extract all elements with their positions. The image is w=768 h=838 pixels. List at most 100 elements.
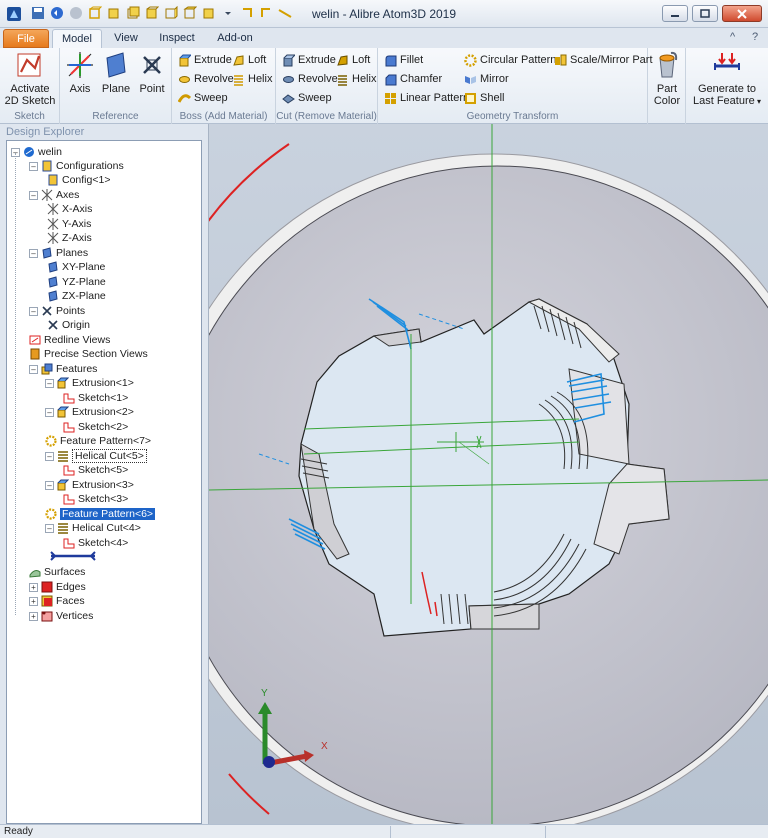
axes-icon — [47, 218, 59, 230]
tree-expander-icon[interactable]: – — [29, 248, 38, 258]
tree-item-y-axis[interactable]: Y-Axis — [47, 217, 91, 231]
tree-item-welin[interactable]: – welin — [11, 145, 62, 159]
linear-pattern-button[interactable]: Linear Pattern — [384, 89, 469, 107]
tree-item-sketch-1[interactable]: Sketch<1> — [63, 391, 128, 405]
tree-item-extrusion-3[interactable]: – Extrusion<3> — [45, 478, 134, 492]
sketch-icon — [63, 494, 75, 505]
vertex-icon — [41, 611, 53, 622]
tree-item-points[interactable]: – Points — [29, 304, 85, 318]
mirror-button[interactable]: Mirror — [464, 70, 509, 88]
fillet-icon — [385, 55, 397, 66]
tree-item-origin[interactable]: Origin — [47, 318, 90, 332]
point-button[interactable]: Point — [136, 50, 168, 95]
tab-file[interactable]: File — [3, 29, 49, 48]
tree-expander-icon[interactable]: – — [45, 523, 54, 533]
tab-inspect[interactable]: Inspect — [154, 29, 200, 48]
tree-item-features[interactable]: – Features — [29, 362, 97, 376]
tree-item-vertices[interactable]: + Vertices — [29, 609, 93, 623]
tree-expander-icon[interactable]: – — [29, 161, 38, 171]
tree-item-yz-plane[interactable]: YZ-Plane — [47, 275, 106, 289]
tree-item-helical-cut-5[interactable]: – Helical Cut<5> — [45, 449, 147, 463]
part-color-line2: Color — [653, 95, 681, 107]
activate-2d-sketch-button[interactable]: Activate 2D Sketch — [4, 50, 56, 107]
generate-dropdown-icon[interactable]: ▾ — [755, 97, 761, 106]
tree-item-x-axis[interactable]: X-Axis — [47, 202, 92, 216]
tree-item-feature-pattern-6[interactable]: Feature Pattern<6> — [45, 507, 156, 521]
circular-pattern-icon — [464, 53, 477, 67]
axis-button[interactable]: Axis — [64, 50, 96, 95]
tree-item-feature-pattern-7[interactable]: Feature Pattern<7> — [45, 434, 151, 448]
3d-viewport[interactable]: Y X — [208, 124, 768, 824]
close-button[interactable] — [722, 5, 762, 22]
boss-sweep-button[interactable]: Sweep — [178, 89, 228, 107]
tree-item-xy-plane[interactable]: XY-Plane — [47, 260, 105, 274]
circular-pattern-button[interactable]: Circular Pattern — [464, 51, 556, 69]
tree-item-sketch-4[interactable]: Sketch<4> — [63, 536, 128, 550]
tree-item-redline-views[interactable]: Redline Views — [29, 333, 110, 347]
tree-expander-icon[interactable]: – — [29, 364, 38, 374]
model-canvas[interactable]: Y X — [209, 124, 768, 824]
boss-revolve-button[interactable]: Revolve — [178, 70, 234, 88]
tree-item-planes[interactable]: – Planes — [29, 246, 88, 260]
tree-expander-icon[interactable]: + — [29, 611, 38, 621]
plane-button[interactable]: Plane — [100, 50, 132, 95]
tree-item-label: Origin — [62, 319, 91, 331]
axis-label: Axis — [69, 83, 91, 95]
tab-model[interactable]: Model — [52, 29, 102, 48]
tree-expander-icon[interactable]: – — [45, 451, 54, 461]
help-button[interactable]: ? — [752, 31, 758, 43]
chamfer-button[interactable]: Chamfer — [384, 70, 442, 88]
tab-add-on[interactable]: Add-on — [210, 29, 260, 48]
tree-item-sketch-5[interactable]: Sketch<5> — [63, 463, 128, 477]
boss-loft-button[interactable]: Loft — [232, 51, 266, 69]
end-of-part-marker[interactable] — [49, 551, 97, 561]
cut-extrude-button[interactable]: Extrude — [282, 51, 336, 69]
generate-to-last-feature-button[interactable]: Generate to Last Feature ▾ — [690, 50, 764, 108]
sketch-icon — [63, 465, 75, 476]
tree-item-axes[interactable]: – Axes — [29, 188, 79, 202]
tree-item-label: Points — [56, 305, 86, 317]
tree-item-sketch-2[interactable]: Sketch<2> — [63, 420, 128, 434]
cut-helix-icon — [338, 74, 347, 86]
title-bar: welin - Alibre Atom3D 2019 — [0, 0, 768, 28]
tree-item-sketch-3[interactable]: Sketch<3> — [63, 492, 128, 506]
tree-item-label: Extrusion<3> — [72, 479, 134, 491]
ribbon-minimize-button[interactable]: ^ — [730, 31, 735, 43]
generate-line2: Last Feature — [692, 95, 755, 107]
tree-item-configurations[interactable]: – Configurations — [29, 159, 124, 173]
tree-item-config-1[interactable]: Config<1> — [47, 173, 110, 187]
tree-item-surfaces[interactable]: Surfaces — [29, 565, 85, 579]
maximize-button[interactable] — [692, 5, 718, 22]
scale-mirror-icon — [555, 54, 567, 65]
cut-loft-button[interactable]: Loft — [336, 51, 370, 69]
tree-item-zx-plane[interactable]: ZX-Plane — [47, 289, 106, 303]
group-cut: Extrude Revolve Sweep Loft Helix Cut (Re… — [276, 48, 378, 124]
tree-expander-icon[interactable]: – — [45, 480, 54, 490]
cut-sweep-button[interactable]: Sweep — [282, 89, 332, 107]
cut-helix-button[interactable]: Helix — [336, 70, 376, 88]
tree-item-helical-cut-4[interactable]: – Helical Cut<4> — [45, 521, 141, 535]
part-color-button[interactable]: Part Color — [651, 50, 683, 107]
cut-revolve-button[interactable]: Revolve — [282, 70, 338, 88]
minimize-button[interactable] — [662, 5, 688, 22]
tree-expander-icon[interactable]: – — [45, 378, 54, 388]
tree-item-edges[interactable]: + Edges — [29, 580, 86, 594]
boss-helix-button[interactable]: Helix — [232, 70, 272, 88]
tree-item-label: Precise Section Views — [44, 348, 148, 360]
tree-expander-icon[interactable]: – — [45, 407, 54, 417]
tree-item-precise-section-views[interactable]: Precise Section Views — [29, 347, 148, 361]
tree-expander-icon[interactable]: – — [29, 306, 38, 316]
status-bar: Ready — [0, 824, 768, 838]
tree-item-extrusion-1[interactable]: – Extrusion<1> — [45, 376, 134, 390]
tab-view[interactable]: View — [108, 29, 144, 48]
tree-expander-icon[interactable]: + — [29, 596, 38, 606]
tree-item-extrusion-2[interactable]: – Extrusion<2> — [45, 405, 134, 419]
shell-button[interactable]: Shell — [464, 89, 504, 107]
scale-mirror-part-button[interactable]: Scale/Mirror Part — [554, 51, 653, 69]
tree-expander-icon[interactable]: + — [29, 582, 38, 592]
boss-extrude-button[interactable]: Extrude — [178, 51, 232, 69]
fillet-button[interactable]: Fillet — [384, 51, 423, 69]
tree-item-z-axis[interactable]: Z-Axis — [47, 231, 92, 245]
tree-expander-icon[interactable]: – — [29, 190, 38, 200]
tree-item-faces[interactable]: + Faces — [29, 594, 85, 608]
